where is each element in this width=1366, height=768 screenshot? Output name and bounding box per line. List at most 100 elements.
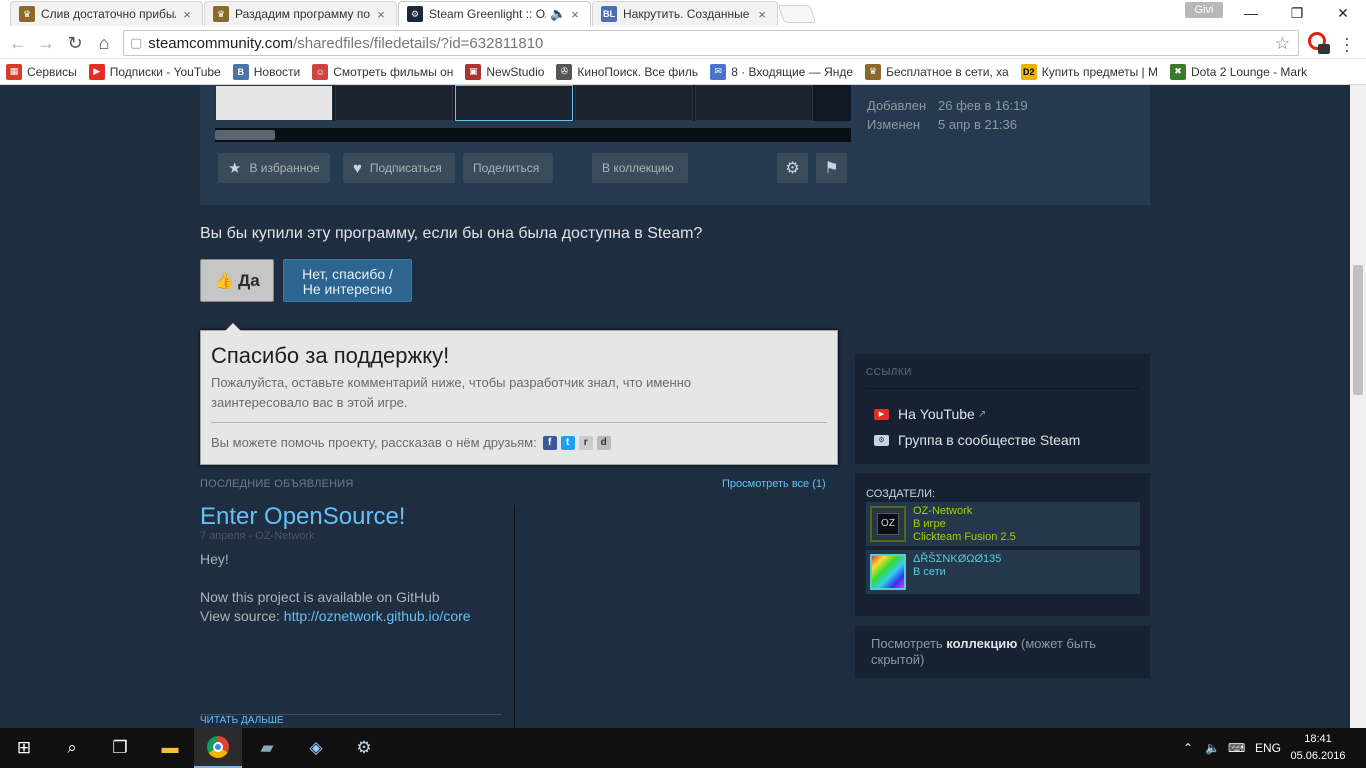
bl-icon: BL bbox=[601, 6, 617, 22]
vote-no-button[interactable]: Нет, спасибо / Не интересно bbox=[283, 259, 412, 302]
windows-start-icon[interactable]: ⊞ bbox=[0, 728, 48, 768]
windows-taskbar: ⊞ ⌕ ❐ ▬ ▰ ◈ ⚙ ⌃ 🔈 ⌨ ENG 18:41 05.06.2016 bbox=[0, 728, 1366, 768]
movie-site-icon: ☺ bbox=[312, 63, 329, 80]
screenshot-thumbnail-selected[interactable] bbox=[455, 85, 573, 121]
bookmarks-bar: ▦ Сервисы ▶ Подписки - YouTube B Новости ☺ С… bbox=[0, 59, 1366, 85]
bookmark-item[interactable]: ▶ Подписки - YouTube bbox=[88, 63, 221, 80]
dota-lounge-icon: ✖ bbox=[1170, 63, 1187, 80]
links-box: ССЫЛКИ ▶ На YouTube ↗ ⚙ Группа в сообщес… bbox=[855, 354, 1150, 464]
vote-yes-button[interactable]: 👍 Да bbox=[200, 259, 274, 302]
app-icon[interactable]: ▰ bbox=[243, 728, 291, 768]
minimize-icon[interactable]: — bbox=[1228, 0, 1274, 26]
bookmark-item[interactable]: ☺ Смотреть фильмы он bbox=[312, 63, 453, 80]
view-all-announcements-link[interactable]: Просмотреть все (1) bbox=[722, 478, 826, 490]
read-more-link[interactable]: ЧИТАТЬ ДАЛЬШЕ bbox=[200, 715, 284, 726]
close-window-icon[interactable]: ✕ bbox=[1320, 0, 1366, 26]
back-arrow-icon[interactable]: ← bbox=[6, 31, 30, 55]
volume-icon[interactable]: 🔈 bbox=[1205, 728, 1220, 768]
search-icon[interactable]: ⌕ bbox=[48, 728, 96, 768]
creator-card[interactable]: OZ OZ-Network В игре Clickteam Fusion 2.… bbox=[866, 502, 1140, 546]
youtube-link[interactable]: ▶ На YouTube ↗ bbox=[874, 406, 986, 422]
bookmark-item[interactable]: ✇ КиноПоиск. Все филь bbox=[556, 63, 698, 80]
browser-tab-strip: ♛ Слив достаточно прибыл × ♛ Раздадим пр… bbox=[0, 0, 1366, 27]
digg-icon[interactable]: d bbox=[596, 435, 611, 450]
twitter-icon[interactable]: t bbox=[560, 435, 575, 450]
scrollbar-thumb[interactable] bbox=[1353, 265, 1363, 395]
address-bar[interactable]: ▢ steamcommunity.com/sharedfiles/filedet… bbox=[123, 30, 1299, 56]
new-tab-button[interactable] bbox=[777, 5, 817, 23]
page-scrollbar[interactable] bbox=[1350, 85, 1366, 728]
settings-gear-button[interactable]: ⚙ bbox=[777, 153, 808, 183]
announcement-date: 7 апреля - OZ-Network bbox=[200, 530, 315, 542]
steam-icon: ⚙ bbox=[874, 434, 889, 446]
youtube-icon: ▶ bbox=[88, 63, 105, 80]
favorite-button[interactable]: ★ В избранное bbox=[218, 153, 330, 183]
reddit-icon[interactable]: r bbox=[578, 435, 593, 450]
home-icon[interactable]: ⌂ bbox=[92, 31, 116, 55]
bookmark-item[interactable]: D2 Купить предметы | M bbox=[1020, 63, 1158, 80]
app-icon[interactable]: ◈ bbox=[292, 728, 340, 768]
profile-badge[interactable]: Givi bbox=[1185, 2, 1223, 18]
divider bbox=[211, 422, 827, 423]
view-collection-link[interactable]: Посмотреть коллекцию (может быть скрытой… bbox=[871, 636, 1141, 668]
close-tab-icon[interactable]: × bbox=[180, 7, 194, 22]
show-hidden-icons[interactable]: ⌃ bbox=[1183, 728, 1193, 768]
close-tab-icon[interactable]: × bbox=[568, 7, 582, 22]
close-tab-icon[interactable]: × bbox=[374, 7, 388, 22]
screenshot-thumbnail[interactable] bbox=[695, 85, 813, 121]
added-date-row: Добавлен 26 фев в 16:19 bbox=[867, 98, 1028, 113]
screenshot-strip bbox=[215, 85, 851, 121]
item-header-panel: Добавлен 26 фев в 16:19 Изменен 5 апр в … bbox=[200, 85, 1150, 205]
bookmark-item[interactable]: B Новости bbox=[232, 63, 300, 80]
restore-icon[interactable]: ❐ bbox=[1274, 0, 1320, 26]
thumbnail-scrollbar[interactable] bbox=[215, 128, 851, 142]
share-button[interactable]: Поделиться bbox=[463, 153, 553, 183]
page-icon: ▢ bbox=[130, 35, 143, 50]
facebook-icon[interactable]: f bbox=[542, 435, 557, 450]
keyboard-icon[interactable]: ⌨ bbox=[1228, 728, 1245, 768]
steam-group-link[interactable]: ⚙ Группа в сообществе Steam bbox=[874, 432, 1080, 448]
bookmark-item[interactable]: ▦ Сервисы bbox=[6, 63, 77, 80]
bookmark-star-icon[interactable]: ☆ bbox=[1275, 34, 1290, 54]
bookmark-item[interactable]: ▣ NewStudio bbox=[465, 63, 544, 80]
reload-icon[interactable]: ↻ bbox=[63, 31, 87, 55]
screenshot-thumbnail[interactable] bbox=[575, 85, 693, 121]
browser-tab[interactable]: ♛ Раздадим программу по × bbox=[204, 1, 397, 26]
github-source-link[interactable]: http://oznetwork.github.io/core bbox=[284, 608, 471, 624]
creators-box: СОЗДАТЕЛИ: OZ OZ-Network В игре Clicktea… bbox=[855, 473, 1150, 616]
report-flag-button[interactable]: ⚑ bbox=[816, 153, 847, 183]
bookmark-item[interactable]: ✉ 8 · Входящие — Янде bbox=[710, 63, 853, 80]
subscribe-button[interactable]: ♥ Подписаться bbox=[343, 153, 455, 183]
thanks-title: Спасибо за поддержку! bbox=[211, 343, 450, 368]
updated-date-row: Изменен 5 апр в 21:36 bbox=[867, 117, 1018, 132]
announcement-title[interactable]: Enter OpenSource! bbox=[200, 503, 405, 531]
vk-icon: B bbox=[232, 63, 249, 80]
announcement-body: Hey! Now this project is available on Gi… bbox=[200, 551, 471, 624]
video-thumbnail[interactable] bbox=[215, 85, 333, 121]
file-explorer-icon[interactable]: ▬ bbox=[146, 728, 194, 768]
browser-tab-active[interactable]: ⚙ Steam Greenlight :: OZ 🔈 × bbox=[398, 1, 591, 26]
collection-box: Посмотреть коллекцию (может быть скрытой… bbox=[855, 626, 1150, 678]
divider bbox=[866, 388, 1139, 389]
film-reel-icon: ✇ bbox=[556, 63, 573, 80]
screenshot-thumbnail[interactable] bbox=[335, 85, 453, 121]
browser-tab[interactable]: ♛ Слив достаточно прибыл × bbox=[10, 1, 203, 26]
steam-icon: ⚙ bbox=[407, 6, 423, 22]
close-tab-icon[interactable]: × bbox=[755, 7, 769, 22]
thumbnail-scroll-knob[interactable] bbox=[215, 130, 275, 140]
browser-tab[interactable]: BL Накрутить. Созданные за × bbox=[592, 1, 778, 26]
task-view-icon[interactable]: ❐ bbox=[96, 728, 144, 768]
browser-toolbar: ← → ↻ ⌂ ▢ steamcommunity.com/sharedfiles… bbox=[0, 27, 1366, 59]
steam-icon[interactable]: ⚙ bbox=[340, 728, 388, 768]
browser-menu-icon[interactable]: · · · bbox=[1340, 29, 1354, 59]
fan-icon: ♛ bbox=[865, 63, 882, 80]
bookmark-item[interactable]: ♛ Бесплатное в сети, ха bbox=[865, 63, 1009, 80]
system-clock[interactable]: 18:41 05.06.2016 bbox=[1288, 731, 1348, 765]
creator-card[interactable]: ΔŘŠΣNKØΩØ135 В сети bbox=[866, 550, 1140, 594]
bookmark-item[interactable]: ✖ Dota 2 Lounge - Mark bbox=[1170, 63, 1307, 80]
chrome-icon[interactable] bbox=[194, 728, 242, 768]
language-indicator[interactable]: ENG bbox=[1255, 728, 1281, 768]
mute-tab-icon[interactable]: 🔈 bbox=[550, 6, 566, 22]
forward-arrow-icon[interactable]: → bbox=[34, 31, 58, 55]
add-to-collection-button[interactable]: В коллекцию bbox=[592, 153, 688, 183]
